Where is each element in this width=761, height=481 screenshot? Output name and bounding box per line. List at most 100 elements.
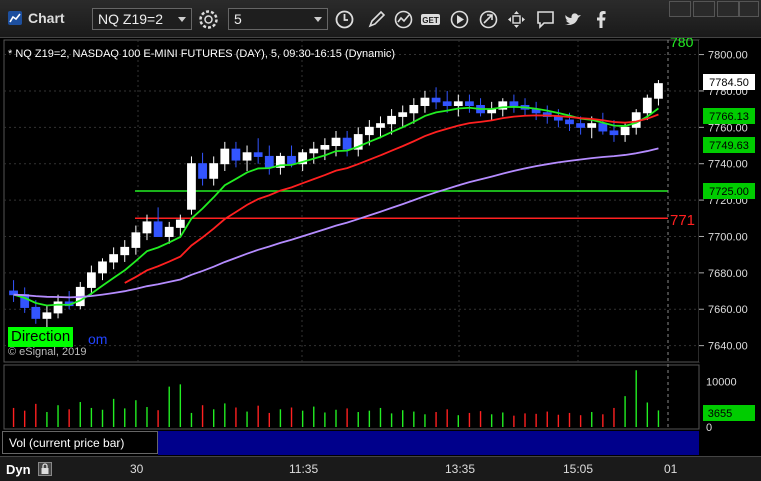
candle-body — [187, 163, 196, 210]
candle-body — [264, 155, 274, 168]
green-level-label: 7725.00 — [709, 186, 749, 198]
candle-body — [175, 219, 185, 228]
candle-body — [565, 119, 574, 125]
candle-body — [409, 104, 419, 114]
candle-body — [442, 101, 452, 106]
candle-body — [465, 101, 474, 106]
symbol-value: NQ Z19=2 — [98, 11, 163, 27]
candle-body — [654, 83, 663, 99]
candle-body — [98, 261, 107, 274]
candle-body — [86, 272, 96, 288]
candle-body — [131, 232, 141, 248]
candle-body — [342, 137, 352, 150]
volume-study-label[interactable]: Vol (current price bar) — [2, 431, 158, 454]
green-ma-label: 7766.13 — [709, 111, 749, 123]
link-icon[interactable] — [478, 9, 499, 30]
window-minimize-button[interactable] — [693, 1, 715, 17]
y-tick-label: 7740.00 — [708, 159, 748, 171]
y-tick-label: 7700.00 — [708, 231, 748, 243]
candle-body — [287, 155, 296, 165]
svg-text:GET: GET — [422, 16, 439, 25]
comment-icon[interactable] — [535, 9, 556, 30]
candle-body — [242, 152, 252, 161]
y-tick-label: 7660.00 — [708, 304, 748, 316]
candle-body — [142, 221, 152, 234]
candle-body — [620, 126, 630, 136]
volume-tick-label: 10000 — [706, 377, 737, 389]
get-icon[interactable]: GET — [420, 9, 441, 30]
window-maximize-button[interactable] — [717, 1, 739, 17]
x-tick: 15:05 — [563, 462, 594, 476]
copyright-text: © eSignal, 2019 — [8, 346, 87, 358]
candle-body — [220, 148, 230, 165]
clock-icon[interactable] — [334, 9, 355, 30]
dynamic-mode-label[interactable]: Dyn — [6, 462, 31, 477]
purple-ma-label: 7749.63 — [709, 140, 749, 152]
interval-combo[interactable]: 5 — [228, 8, 328, 30]
y-tick-label: 7640.00 — [708, 341, 748, 353]
price-panel — [3, 39, 700, 363]
candle-body — [420, 97, 430, 106]
candle-body — [320, 145, 330, 150]
candle-body — [587, 123, 597, 128]
last-price-label: 7784.50 — [709, 77, 749, 89]
interval-value: 5 — [234, 11, 242, 27]
y-tick-label: 7680.00 — [708, 268, 748, 280]
facebook-icon[interactable] — [591, 9, 612, 30]
window-restore-button[interactable] — [669, 1, 691, 17]
volume-tick-label: 0 — [706, 422, 712, 434]
x-tick: 01 — [664, 462, 678, 476]
twitter-icon[interactable] — [563, 9, 584, 30]
candle-body — [164, 226, 174, 237]
red-level-label: 771 — [670, 212, 695, 229]
candle-body — [387, 115, 396, 125]
window-close-button[interactable] — [739, 1, 759, 17]
chevron-down-icon[interactable] — [178, 17, 186, 22]
move-icon[interactable] — [506, 9, 527, 30]
candle-body — [609, 130, 619, 136]
chart-info-line: * NQ Z19=2, NASDAQ 100 E-MINI FUTURES (D… — [8, 48, 396, 60]
candle-body — [309, 148, 319, 154]
x-tick: 11:35 — [289, 462, 319, 476]
chart-app-icon — [8, 11, 22, 25]
candle-body — [364, 126, 374, 136]
candle-body — [331, 137, 341, 147]
symbol-combo[interactable]: NQ Z19=2 — [92, 8, 192, 30]
candle-body — [53, 301, 63, 314]
volume-footer-bar — [158, 431, 699, 455]
time-axis-bar: Dyn 30 11:35 13:35 15:05 01 — [0, 456, 761, 481]
pencil-icon[interactable] — [366, 9, 387, 30]
studies-icon[interactable] — [393, 9, 414, 30]
candle-body — [598, 123, 608, 132]
volume-last-label: 3655 — [708, 408, 732, 420]
candle-body — [431, 97, 441, 103]
gear-icon[interactable] — [198, 9, 219, 30]
play-icon[interactable] — [449, 9, 470, 30]
candle-body — [31, 306, 41, 319]
watermark-suffix: om — [88, 331, 108, 347]
candle-body — [198, 163, 207, 179]
candle-body — [42, 312, 52, 319]
candle-body — [209, 163, 219, 179]
volume-panel — [3, 364, 700, 430]
candle-body — [231, 148, 241, 161]
lock-icon[interactable] — [38, 462, 52, 476]
watermark-direction: Direction — [8, 327, 74, 347]
y-tick-label: 7760.00 — [708, 122, 748, 134]
candle-body — [376, 123, 385, 128]
candle-body — [120, 246, 130, 256]
candle-body — [398, 112, 408, 117]
candle-body — [153, 221, 163, 237]
candle-body — [509, 101, 519, 106]
candle-body — [253, 152, 263, 157]
chevron-down-icon[interactable] — [314, 17, 322, 22]
x-tick: 13:35 — [445, 462, 476, 476]
chart-toolbar: Chart NQ Z19=2 5 GET — [0, 0, 761, 38]
price-chart: 7640.007660.007680.007700.007720.007740.… — [3, 38, 759, 455]
candle-body — [642, 97, 652, 114]
candle-body — [109, 254, 119, 263]
x-tick: 30 — [130, 462, 144, 476]
y-tick-label: 7800.00 — [708, 50, 748, 62]
candle-body — [576, 123, 586, 128]
candle-body — [453, 101, 463, 106]
